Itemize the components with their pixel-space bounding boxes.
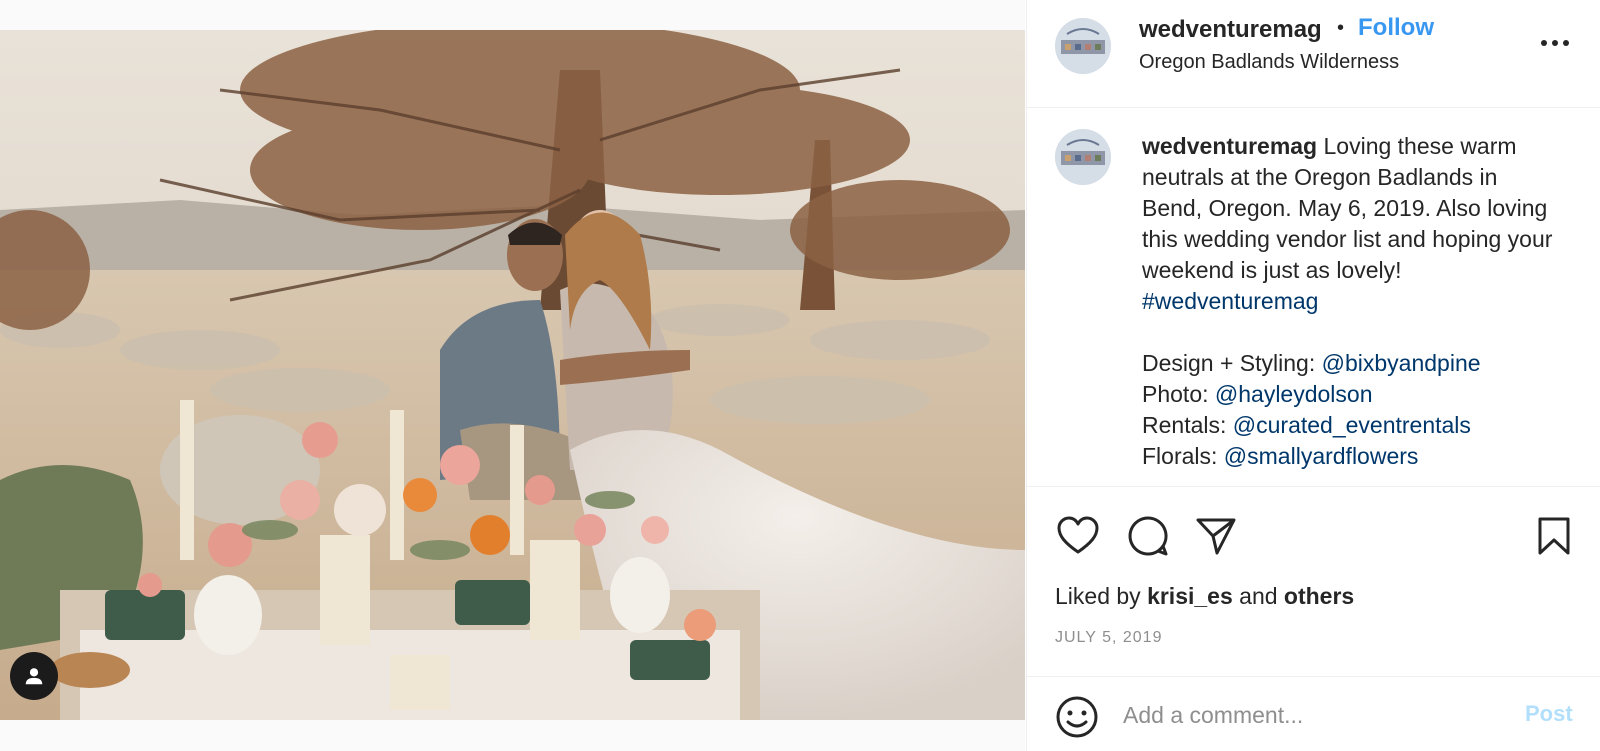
credit-label: Photo:: [1142, 381, 1215, 407]
more-options-icon: [1541, 40, 1569, 46]
save-button[interactable]: [1531, 513, 1577, 559]
mention-link[interactable]: @smallyardflowers: [1224, 443, 1419, 469]
comment-bar: Post: [1027, 676, 1600, 751]
comment-icon: [1128, 516, 1168, 556]
heart-icon: [1057, 516, 1099, 554]
liker-username[interactable]: krisi_es: [1147, 583, 1233, 609]
author-avatar[interactable]: [1055, 18, 1111, 74]
wedding-photo: [0, 30, 1025, 720]
mention-link[interactable]: @curated_eventrentals: [1233, 412, 1471, 438]
credit-label: Design + Styling:: [1142, 350, 1322, 376]
author-username[interactable]: wedventuremag: [1139, 16, 1322, 44]
separator-dot: •: [1337, 17, 1345, 39]
hashtag-link[interactable]: #wedventuremag: [1142, 288, 1318, 314]
credit-line: Florals: @smallyardflowers: [1142, 441, 1562, 472]
post-media: [0, 0, 1025, 751]
caption-author-avatar[interactable]: [1055, 129, 1111, 185]
emoji-icon: [1056, 696, 1098, 738]
user-icon: [25, 668, 43, 685]
mention-link[interactable]: @bixbyandpine: [1322, 350, 1481, 376]
post-details-panel: wedventuremag • Follow Oregon Badlands W…: [1026, 0, 1600, 751]
caption-text: wedventuremag Loving these warm neutrals…: [1142, 131, 1562, 472]
follow-button[interactable]: Follow: [1358, 14, 1434, 42]
likes-conjunction: and: [1232, 583, 1284, 609]
comment-input[interactable]: [1123, 695, 1483, 735]
credit-label: Rentals:: [1142, 412, 1233, 438]
credit-line: Design + Styling: @bixbyandpine: [1142, 348, 1562, 379]
credit-line: Rentals: @curated_eventrentals: [1142, 410, 1562, 441]
likes-summary: Liked by krisi_es and others: [1055, 583, 1354, 610]
avatar-image: [1055, 18, 1111, 74]
post-comment-button[interactable]: Post: [1525, 701, 1573, 727]
caption-section: wedventuremag Loving these warm neutrals…: [1027, 109, 1600, 486]
emoji-button[interactable]: [1055, 695, 1099, 739]
post-location[interactable]: Oregon Badlands Wilderness: [1139, 51, 1399, 74]
more-options-button[interactable]: [1537, 28, 1573, 58]
bookmark-icon: [1538, 517, 1570, 555]
credit-label: Florals:: [1142, 443, 1224, 469]
like-button[interactable]: [1055, 513, 1101, 559]
user-tag-button[interactable]: [10, 652, 58, 700]
likes-prefix: Liked by: [1055, 583, 1148, 609]
share-button[interactable]: [1193, 513, 1239, 559]
likes-others-link[interactable]: others: [1284, 583, 1354, 609]
post-header: wedventuremag • Follow Oregon Badlands W…: [1027, 0, 1600, 108]
mention-link[interactable]: @hayleydolson: [1215, 381, 1373, 407]
credit-line: Photo: @hayleydolson: [1142, 379, 1562, 410]
post-date[interactable]: JULY 5, 2019: [1055, 629, 1162, 647]
comment-button[interactable]: [1125, 513, 1171, 559]
post-actions: Liked by krisi_es and others JULY 5, 201…: [1027, 486, 1600, 676]
avatar-image: [1055, 129, 1111, 185]
share-icon: [1196, 518, 1236, 555]
caption-username[interactable]: wedventuremag: [1142, 133, 1317, 159]
post-photo[interactable]: [0, 30, 1025, 720]
